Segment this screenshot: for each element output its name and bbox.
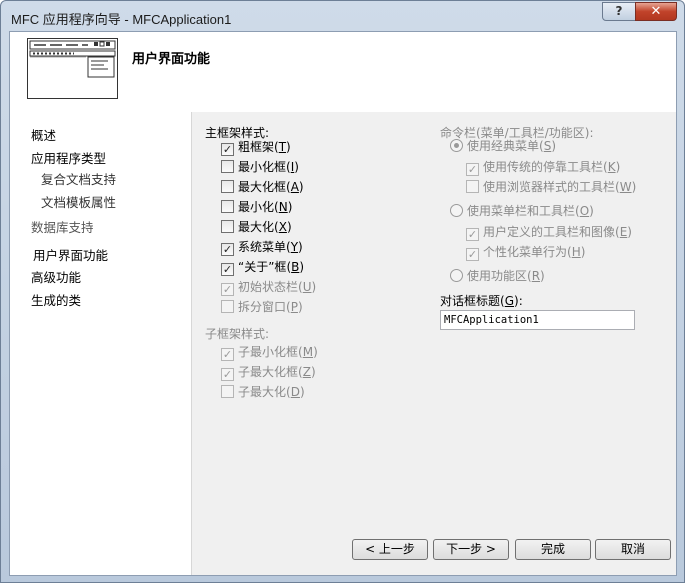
sidebar-item-doc-template[interactable]: 文档模板属性 <box>41 192 116 211</box>
sidebar-item-ui-features[interactable]: 用户界面功能 <box>33 245 108 264</box>
checkbox-indicator <box>466 180 479 193</box>
main-frame-option[interactable]: ✓ 系统菜单(Y) <box>221 240 303 256</box>
docking-toolbar-checkbox[interactable]: ✓ 使用传统的停靠工具栏(K) <box>466 160 620 176</box>
sidebar-item-overview[interactable]: 概述 <box>31 125 56 144</box>
main-frame-option[interactable]: 最大化框(A) <box>221 180 304 196</box>
ribbon-radio[interactable]: 使用功能区(R) <box>450 269 545 285</box>
checkbox-indicator <box>221 385 234 398</box>
child-frame-option[interactable]: 子最大化(D) <box>221 385 305 401</box>
checkbox-indicator <box>221 180 234 193</box>
checkbox-indicator <box>221 200 234 213</box>
sidebar-item-generated-classes[interactable]: 生成的类 <box>31 290 81 309</box>
classic-menu-radio[interactable]: 使用经典菜单(S) <box>450 139 556 155</box>
browser-toolbar-checkbox[interactable]: 使用浏览器样式的工具栏(W) <box>466 180 636 196</box>
personalized-menu-checkbox[interactable]: ✓ 个性化菜单行为(H) <box>466 245 585 261</box>
checkbox-indicator: ✓ <box>221 263 234 276</box>
sidebar-item-app-type[interactable]: 应用程序类型 <box>31 148 106 167</box>
user-defined-toolbar-checkbox[interactable]: ✓ 用户定义的工具栏和图像(E) <box>466 225 632 241</box>
main-frame-option[interactable]: 拆分窗口(P) <box>221 300 303 316</box>
dialog-caption-label: 对话框标题(G): <box>440 294 523 308</box>
child-frame-option[interactable]: ✓ 子最大化框(Z) <box>221 365 316 381</box>
dialog-caption-input[interactable] <box>440 310 635 330</box>
prev-button[interactable]: < 上一步 <box>352 539 428 560</box>
checkbox-indicator: ✓ <box>221 243 234 256</box>
page-title: 用户界面功能 <box>132 52 211 67</box>
checkbox-indicator: ✓ <box>221 368 234 381</box>
child-frame-group-title: 子框架样式: <box>205 327 270 341</box>
window-illustration-icon <box>27 38 118 99</box>
radio-indicator <box>450 204 463 217</box>
child-frame-option[interactable]: ✓ 子最小化框(M) <box>221 345 318 361</box>
help-button[interactable]: ? <box>602 2 636 21</box>
checkbox-indicator: ✓ <box>221 283 234 296</box>
wizard-client-area: 用户界面功能 概述 应用程序类型 复合文档支持 文档模板属性 数据库支持 用户界… <box>9 31 677 576</box>
main-frame-group-title: 主框架样式: <box>205 126 270 140</box>
checkbox-indicator: ✓ <box>221 348 234 361</box>
main-frame-option[interactable]: 最小化框(I) <box>221 160 299 176</box>
main-frame-option[interactable]: ✓ “关于”框(B) <box>221 260 304 276</box>
menubar-toolbar-radio[interactable]: 使用菜单栏和工具栏(O) <box>450 204 594 220</box>
radio-indicator <box>450 269 463 282</box>
checkbox-indicator <box>221 160 234 173</box>
cancel-button[interactable]: 取消 <box>595 539 671 560</box>
sidebar-item-compound-doc[interactable]: 复合文档支持 <box>41 169 116 188</box>
checkbox-indicator <box>221 220 234 233</box>
checkbox-indicator: ✓ <box>221 143 234 156</box>
wizard-header: 用户界面功能 <box>10 32 676 112</box>
next-button[interactable]: 下一步 > <box>433 539 509 560</box>
close-button[interactable]: ✕ <box>635 2 677 21</box>
title-bar[interactable]: MFC 应用程序向导 - MFCApplication1 ? ✕ <box>1 1 684 31</box>
options-panel: 主框架样式: ✓ 粗框架(T) 最小化框(I) 最大化框(A) 最小化(N) 最大化(X)… <box>192 112 676 575</box>
checkbox-indicator: ✓ <box>466 228 479 241</box>
wizard-nav-sidebar: 概述 应用程序类型 复合文档支持 文档模板属性 数据库支持 用户界面功能 高级功… <box>10 112 191 575</box>
main-frame-option[interactable]: 最大化(X) <box>221 220 292 236</box>
checkbox-indicator: ✓ <box>466 163 479 176</box>
wizard-window: MFC 应用程序向导 - MFCApplication1 ? ✕ 用户界面功能 … <box>0 0 685 583</box>
checkbox-indicator: ✓ <box>466 248 479 261</box>
window-title: MFC 应用程序向导 - MFCApplication1 <box>11 12 232 27</box>
main-frame-option[interactable]: ✓ 初始状态栏(U) <box>221 280 316 296</box>
sidebar-item-database[interactable]: 数据库支持 <box>31 217 94 236</box>
finish-button[interactable]: 完成 <box>515 539 591 560</box>
sidebar-item-advanced[interactable]: 高级功能 <box>31 267 81 286</box>
radio-indicator <box>450 139 463 152</box>
main-frame-option[interactable]: 最小化(N) <box>221 200 292 216</box>
main-frame-option[interactable]: ✓ 粗框架(T) <box>221 140 291 156</box>
checkbox-indicator <box>221 300 234 313</box>
